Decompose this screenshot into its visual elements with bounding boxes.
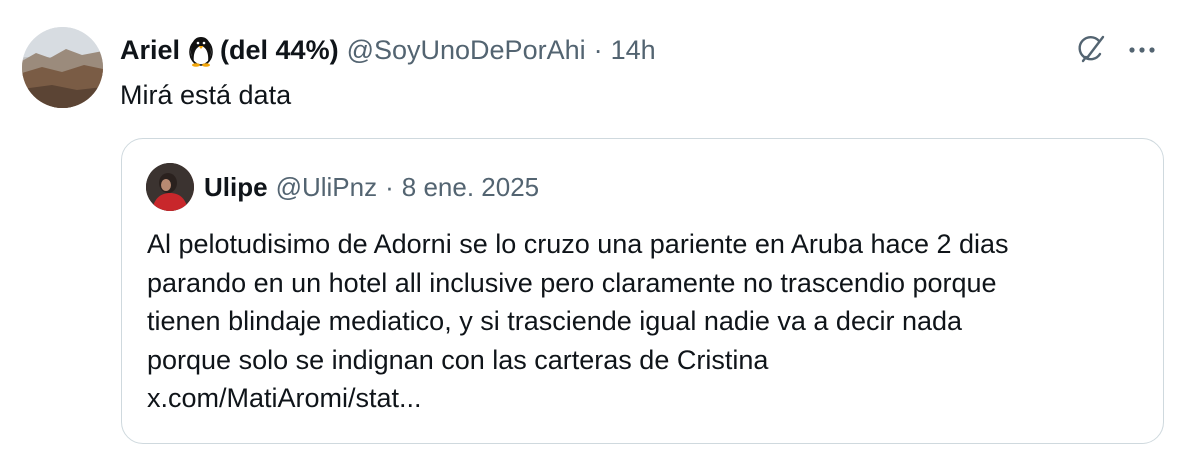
quoted-text: Al pelotudisimo de Adorni se lo cruzo un…: [147, 225, 1147, 418]
tweet-time[interactable]: 14h: [611, 35, 656, 66]
penguin-icon: [186, 33, 216, 67]
quoted-tweet[interactable]: Ulipe @UliPnz · 8 ene. 2025 Al pelotudis…: [121, 138, 1164, 444]
author-name[interactable]: Ariel: [120, 35, 180, 66]
author-avatar[interactable]: [22, 27, 103, 108]
quoted-author-avatar: [146, 163, 194, 211]
grok-button[interactable]: [1072, 30, 1112, 70]
quoted-link[interactable]: x.com/MatiAromi/stat...: [147, 379, 1147, 418]
separator-dot: ·: [593, 34, 603, 65]
author-name-suffix: (del 44%): [220, 34, 339, 65]
grok-icon: [1075, 31, 1109, 70]
quoted-author-handle: @UliPnz: [275, 171, 378, 202]
quoted-date: 8 ene. 2025: [401, 171, 540, 202]
quoted-text-line: parando en un hotel all inclusive pero c…: [147, 267, 997, 298]
more-options-button[interactable]: [1122, 30, 1162, 70]
tweet[interactable]: Ariel (del 44%) @SoyUnoDePorAhi · 14h Mi…: [0, 0, 1200, 462]
quoted-header: Ulipe @UliPnz · 8 ene. 2025: [204, 167, 539, 207]
tweet-text: Mirá está data: [120, 80, 292, 110]
quoted-text-line: tienen blindaje mediatico, y si trascien…: [147, 306, 963, 336]
tweet-header: Ariel (del 44%) @SoyUnoDePorAhi · 14h: [120, 30, 656, 70]
quoted-text-line: Al pelotudisimo de Adorni se lo cruzo un…: [147, 229, 1009, 259]
quoted-text-line: porque solo se indignan con las carteras…: [147, 344, 769, 375]
more-icon: [1127, 41, 1157, 59]
author-handle[interactable]: @SoyUnoDePorAhi: [347, 35, 586, 66]
separator-dot: ·: [385, 171, 394, 202]
quoted-author-name: Ulipe: [204, 171, 268, 202]
